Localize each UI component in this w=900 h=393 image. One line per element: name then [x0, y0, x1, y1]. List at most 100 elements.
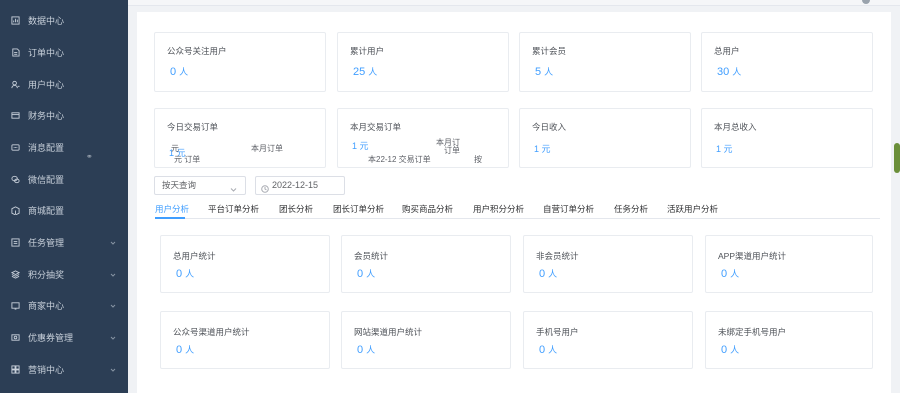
coupon-icon [11, 333, 20, 342]
tab-leader-order-analysis[interactable]: 团长订单分析 [333, 203, 384, 215]
stat-card-today-income: 今日收入 1 元 [519, 108, 691, 168]
tab-self-order-analysis[interactable]: 自营订单分析 [543, 203, 594, 215]
stat-card-month-income: 本月总收入 1 元 [701, 108, 873, 168]
order-icon [11, 47, 20, 57]
stat-value: 1 元 [534, 144, 551, 154]
marketing-icon [11, 364, 20, 374]
sidebar-item-label: 积分抽奖 [28, 269, 65, 280]
task-icon [11, 237, 20, 247]
tab-product-purchase-analysis[interactable]: 购买商品分析 [402, 203, 453, 215]
stat-card-wechat-followers: 公众号关注用户 0人 [154, 32, 326, 92]
sidebar-item-label: 订单中心 [28, 47, 65, 58]
chevron-down-icon [110, 301, 116, 308]
stat-value: 0人 [721, 344, 740, 356]
message-icon [11, 143, 20, 152]
sidebar-item-data-center[interactable]: 数据中心 [0, 8, 128, 32]
stat-label: 累计会员 [532, 46, 567, 56]
ghost-text: 元 订单 [174, 155, 201, 164]
wechat-icon [11, 175, 20, 184]
sidebar-item-label: 财务中心 [28, 110, 65, 121]
stat-value: 1 元 [352, 141, 369, 151]
sidebar-item-finance-center[interactable]: 财务中心 [0, 103, 128, 127]
date-picker-input[interactable]: 2022-12-15 [255, 176, 345, 195]
stat-value: 0人 [539, 268, 558, 280]
stat-value: 0人 [357, 268, 376, 280]
sidebar-item-label: 营销中心 [28, 364, 65, 375]
stat-card-member-count: 会员统计 0人 [341, 235, 511, 293]
stat-label: 本月交易订单 [350, 122, 402, 132]
ghost-text: 本22-12 交易订单 [368, 155, 431, 164]
date-value: 2022-12-15 [272, 180, 319, 190]
sidebar-item-wechat-config[interactable]: 微信配置 [0, 167, 128, 191]
sidebar-item-label: 微信配置 [28, 174, 65, 185]
sidebar-item-coupon-management[interactable]: 优惠券管理 [0, 325, 128, 349]
stat-card-wechat-channel-count: 公众号渠道用户统计 0人 [160, 311, 330, 369]
sidebar-item-label: 用户中心 [28, 79, 65, 90]
stat-value: 30 人 [717, 66, 742, 78]
chevron-down-icon [110, 238, 116, 245]
ghost-text: 订单 [444, 146, 460, 155]
active-tab-indicator [155, 217, 185, 219]
sidebar-item-message-config[interactable]: 消息配置 [0, 135, 128, 159]
sidebar: 数据中心 订单中心 用户中心 财务中心 消息配置 微信配置 商城配置 任务管理 … [0, 0, 128, 393]
stat-label: 网站渠道用户统计 [354, 327, 423, 337]
chevron-down-icon [110, 270, 116, 277]
tab-leader-analysis[interactable]: 团长分析 [279, 203, 313, 215]
chevron-down-icon [230, 182, 237, 192]
stat-label: 今日交易订单 [167, 122, 219, 132]
ghost-text: 元 [171, 144, 179, 153]
tab-active-user-analysis[interactable]: 活跃用户分析 [667, 203, 718, 215]
sidebar-item-label: 优惠券管理 [28, 332, 74, 343]
sidebar-item-marketing-center[interactable]: 营销中心 [0, 357, 128, 381]
link-icon: ⚭ [86, 152, 93, 161]
stat-card-website-channel-count: 网站渠道用户统计 0人 [341, 311, 511, 369]
sidebar-item-label: 商家中心 [28, 300, 65, 311]
stat-value: 0人 [176, 268, 195, 280]
sidebar-item-label: 数据中心 [28, 15, 65, 26]
merchant-icon [11, 301, 20, 310]
tab-platform-order-analysis[interactable]: 平台订单分析 [208, 203, 259, 215]
stat-value: 0人 [721, 268, 740, 280]
stat-label: 会员统计 [354, 251, 389, 261]
stat-label: 本月总收入 [714, 122, 757, 132]
stat-label: 公众号关注用户 [167, 46, 227, 56]
user-avatar-icon[interactable] [862, 0, 870, 4]
sidebar-item-order-center[interactable]: 订单中心 [0, 40, 128, 64]
tab-user-analysis[interactable]: 用户分析 [155, 203, 189, 215]
stat-card-total-users: 累计用户 25 人 [337, 32, 509, 92]
lottery-icon [11, 269, 20, 279]
ghost-text: 本月订单 [251, 144, 283, 153]
sidebar-item-label: 商城配置 [28, 205, 65, 216]
stat-label: 今日收入 [532, 122, 567, 132]
sidebar-item-task-management[interactable]: 任务管理 [0, 230, 128, 254]
query-type-select[interactable]: 按天查询 [154, 176, 246, 195]
chevron-down-icon [110, 333, 116, 340]
top-header [128, 0, 900, 6]
user-icon [11, 80, 20, 89]
tab-user-points-analysis[interactable]: 用户积分分析 [473, 203, 524, 215]
sidebar-item-store-config[interactable]: 商城配置 [0, 198, 128, 222]
stat-value: 5人 [535, 66, 554, 78]
stat-card-app-channel-count: APP渠道用户统计 0人 [705, 235, 873, 293]
stat-value: 0人 [539, 344, 558, 356]
ghost-text: 按 [474, 155, 482, 164]
sidebar-item-label: 任务管理 [28, 237, 65, 248]
stat-label: 累计用户 [350, 46, 385, 56]
stat-label: 未绑定手机号用户 [718, 327, 787, 337]
analysis-tabs: 用户分析 平台订单分析 团长分析 团长订单分析 购买商品分析 用户积分分析 自营… [155, 201, 880, 219]
stat-label: APP渠道用户统计 [718, 251, 787, 261]
chevron-down-icon [110, 365, 116, 372]
stat-label: 非会员统计 [536, 251, 579, 261]
sidebar-item-points-lottery[interactable]: 积分抽奖 [0, 262, 128, 286]
tab-task-analysis[interactable]: 任务分析 [614, 203, 648, 215]
stat-value: 1 元 [716, 144, 733, 154]
stat-card-total-members: 累计会员 5人 [519, 32, 691, 92]
sidebar-item-user-center[interactable]: 用户中心 [0, 72, 128, 96]
stat-value: 0人 [170, 66, 189, 78]
sidebar-item-merchant-center[interactable]: 商家中心 [0, 293, 128, 317]
stat-value: 25 人 [353, 66, 378, 78]
stat-card-unbound-phone-users: 未绑定手机号用户 0人 [705, 311, 873, 369]
scrollbar-handle[interactable] [894, 143, 900, 173]
stat-card-non-member-count: 非会员统计 0人 [523, 235, 693, 293]
stat-card-all-users: 总用户 30 人 [701, 32, 873, 92]
